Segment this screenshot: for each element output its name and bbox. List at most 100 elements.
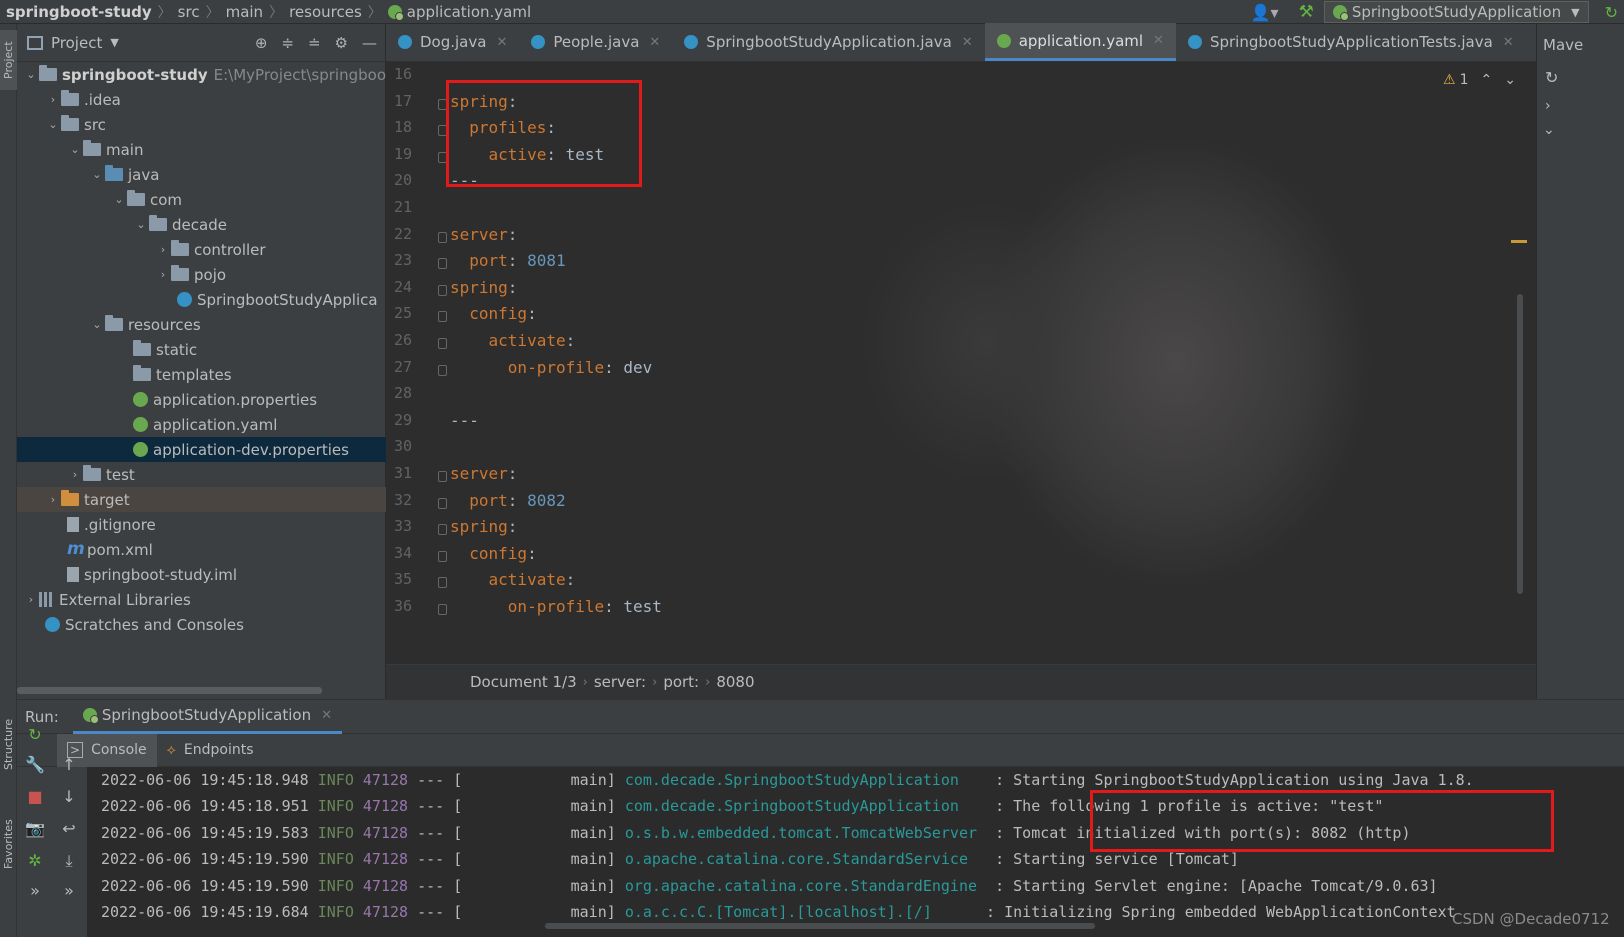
project-tool-button[interactable]: Project xyxy=(0,30,17,90)
horizontal-scrollbar[interactable] xyxy=(17,687,322,694)
fold-marker-icon[interactable] xyxy=(438,258,447,270)
tree-item-pojo[interactable]: › pojo xyxy=(17,262,386,287)
run-configuration-select[interactable]: SpringbootStudyApplication ▼ xyxy=(1323,1,1589,23)
fold-marker-icon[interactable] xyxy=(438,604,447,615)
more-icon[interactable]: » xyxy=(25,881,45,901)
rerun-icon[interactable]: ↻ xyxy=(25,725,45,745)
close-icon[interactable]: ✕ xyxy=(321,708,332,723)
tree-item-gitignore[interactable]: .gitignore xyxy=(17,512,386,537)
fold-marker-icon[interactable] xyxy=(438,497,447,509)
more-icon[interactable]: » xyxy=(59,881,79,901)
fold-marker-icon[interactable] xyxy=(438,231,447,243)
tree-item-src[interactable]: ⌄ src xyxy=(17,112,386,137)
breadcrumb-port[interactable]: port: xyxy=(663,673,699,691)
horizontal-scrollbar[interactable] xyxy=(545,923,1095,929)
tree-item-scratches[interactable]: Scratches and Consoles xyxy=(17,612,386,637)
user-icon[interactable]: 👤▾ xyxy=(1251,3,1279,22)
gear-icon[interactable]: ⚙ xyxy=(335,34,348,52)
fold-marker-icon[interactable] xyxy=(438,471,447,482)
tree-item-application-properties[interactable]: application.properties xyxy=(17,387,386,412)
tree-item-static[interactable]: static xyxy=(17,337,386,362)
fold-marker-icon[interactable] xyxy=(438,284,447,296)
tab-dog-java[interactable]: Dog.java ✕ xyxy=(386,23,519,61)
previous-highlight-icon[interactable]: ⌃ xyxy=(1481,72,1493,88)
warning-stripe-marker[interactable] xyxy=(1511,240,1527,243)
close-icon[interactable]: ✕ xyxy=(962,35,973,50)
chevron-down-icon[interactable]: ⌄ xyxy=(1543,122,1555,138)
close-icon[interactable]: ✕ xyxy=(1503,35,1514,50)
chevron-right-icon[interactable]: › xyxy=(23,593,39,606)
up-arrow-icon[interactable]: ↑ xyxy=(59,755,79,775)
chevron-down-icon[interactable]: ⌄ xyxy=(23,68,39,81)
next-highlight-icon[interactable]: ⌄ xyxy=(1504,72,1516,88)
refresh-icon[interactable]: ↻ xyxy=(1545,68,1558,87)
tab-people-java[interactable]: People.java ✕ xyxy=(519,23,672,61)
tree-item-decade[interactable]: ⌄ decade xyxy=(17,212,386,237)
tree-item-pom[interactable]: m pom.xml xyxy=(17,537,386,562)
breadcrumb-main[interactable]: main xyxy=(226,3,263,21)
scroll-to-end-icon[interactable]: ⤓ xyxy=(59,851,79,871)
debug-icon[interactable]: ✲ xyxy=(25,851,45,871)
tab-application-tests-java[interactable]: SpringbootStudyApplicationTests.java ✕ xyxy=(1176,23,1526,61)
tab-endpoints[interactable]: ⟡ Endpoints xyxy=(157,734,264,767)
tree-item-resources[interactable]: ⌄ resources xyxy=(17,312,386,337)
tab-application-yaml[interactable]: application.yaml ✕ xyxy=(984,23,1176,61)
tree-item-test[interactable]: › test xyxy=(17,462,386,487)
close-icon[interactable]: ✕ xyxy=(649,35,660,50)
favorites-tool-button[interactable]: Favorites xyxy=(0,804,17,884)
build-hammer-icon[interactable]: ⚒ xyxy=(1299,2,1314,22)
chevron-down-icon[interactable]: ⌄ xyxy=(45,118,61,131)
wrench-icon[interactable]: 🔧 xyxy=(25,755,45,775)
tab-application-java[interactable]: SpringbootStudyApplication.java ✕ xyxy=(672,23,984,61)
tree-item-java[interactable]: ⌄ java xyxy=(17,162,386,187)
down-arrow-icon[interactable]: ↓ xyxy=(59,787,79,807)
breadcrumb-server[interactable]: server: xyxy=(594,673,646,691)
project-view-select[interactable]: Project xyxy=(51,34,102,52)
tree-item-com[interactable]: ⌄ com xyxy=(17,187,386,212)
chevron-right-icon[interactable]: › xyxy=(45,93,61,106)
tree-item-idea[interactable]: › .idea xyxy=(17,87,386,112)
breadcrumb-document[interactable]: Document 1/3 xyxy=(470,673,577,691)
expand-all-icon[interactable]: ≑ xyxy=(281,34,294,52)
rerun-icon[interactable]: ↻ xyxy=(1605,3,1618,22)
warning-icon[interactable]: ⚠ xyxy=(1443,72,1456,88)
run-tab-application[interactable]: SpringbootStudyApplication ✕ xyxy=(72,699,343,734)
breadcrumb-src[interactable]: src xyxy=(178,3,200,21)
tree-item-target[interactable]: › target xyxy=(17,487,386,512)
fold-marker-icon[interactable] xyxy=(438,524,447,536)
chevron-down-icon[interactable]: ⌄ xyxy=(111,193,127,206)
chevron-down-icon[interactable]: ⌄ xyxy=(133,218,149,231)
tree-item-external-libraries[interactable]: › External Libraries xyxy=(17,587,386,612)
chevron-right-icon[interactable]: › xyxy=(67,468,83,481)
fold-marker-icon[interactable] xyxy=(438,311,447,323)
chevron-right-icon[interactable]: › xyxy=(155,268,171,281)
chevron-right-icon[interactable]: › xyxy=(1545,98,1551,114)
chevron-down-icon[interactable]: ⌄ xyxy=(89,168,105,181)
collapse-all-icon[interactable]: ≐ xyxy=(308,34,321,52)
breadcrumb-resources[interactable]: resources xyxy=(289,3,362,21)
breadcrumb-project[interactable]: springboot-study xyxy=(6,3,152,21)
chevron-right-icon[interactable]: › xyxy=(45,493,61,506)
structure-tool-button[interactable]: Structure xyxy=(0,704,17,784)
fold-marker-icon[interactable] xyxy=(438,338,447,349)
soft-wrap-icon[interactable]: ↩ xyxy=(59,819,79,839)
tree-item-application-yaml[interactable]: application.yaml xyxy=(17,412,386,437)
tree-item-main[interactable]: ⌄ main xyxy=(17,137,386,162)
close-icon[interactable]: ✕ xyxy=(496,35,507,50)
maven-tool-button[interactable]: Mave xyxy=(1543,36,1583,54)
tree-item-application-dev-properties[interactable]: application-dev.properties xyxy=(17,437,386,462)
tree-item-templates[interactable]: templates xyxy=(17,362,386,387)
chevron-down-icon[interactable]: ⌄ xyxy=(89,318,105,331)
breadcrumb-value[interactable]: 8080 xyxy=(716,673,754,691)
tree-item-iml[interactable]: springboot-study.iml xyxy=(17,562,386,587)
hide-icon[interactable]: — xyxy=(362,34,377,52)
fold-marker-icon[interactable] xyxy=(438,364,447,376)
vertical-scrollbar[interactable] xyxy=(1517,294,1523,594)
breadcrumb-file[interactable]: application.yaml xyxy=(387,3,531,21)
chevron-down-icon[interactable]: ▼ xyxy=(110,36,118,49)
close-icon[interactable]: ✕ xyxy=(1153,33,1164,48)
tree-item-root[interactable]: ⌄ springboot-study E:\MyProject\springbo… xyxy=(17,62,386,87)
tree-item-controller[interactable]: › controller xyxy=(17,237,386,262)
locate-icon[interactable]: ⊕ xyxy=(255,34,268,52)
fold-marker-icon[interactable] xyxy=(438,577,447,589)
